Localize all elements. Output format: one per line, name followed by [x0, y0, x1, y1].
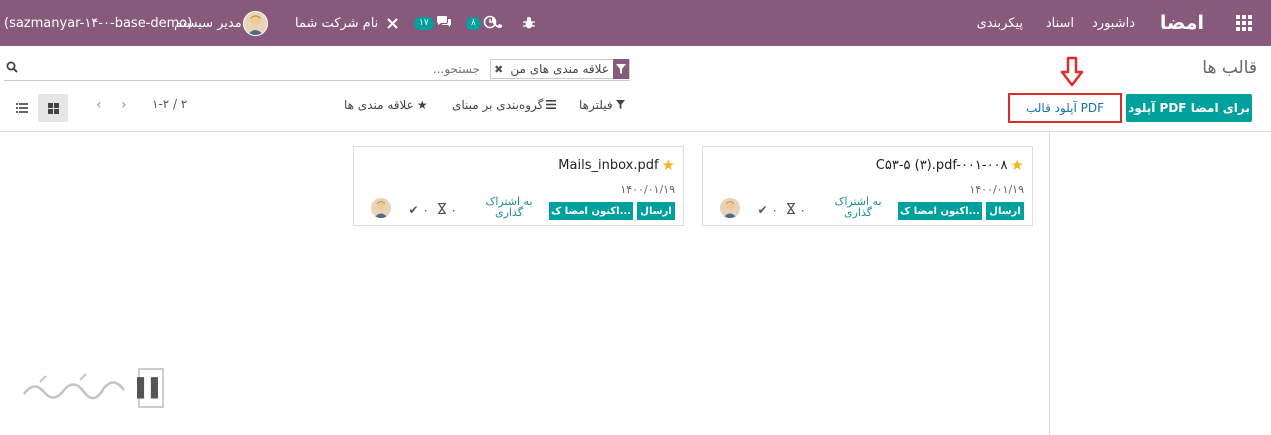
hourglass-icon: [786, 202, 796, 217]
filter-icon: [613, 59, 629, 79]
remove-facet-icon[interactable]: ✖: [491, 63, 506, 76]
check-count: ۰: [771, 203, 778, 217]
card-date: ۱۴۰۰/۰۱/۱۹: [620, 183, 675, 196]
check-stat: ✔ ۰: [757, 203, 778, 217]
upload-pdf-sign-button[interactable]: آپلود PDF برای امضا: [1126, 94, 1252, 122]
favorites-dropdown[interactable]: علاقه مندی ها ★: [344, 98, 428, 112]
hourglass-count: ۰: [799, 203, 806, 217]
breadcrumb: قالب ها: [1202, 58, 1257, 78]
kanban-view-icon: [47, 102, 59, 114]
menu-dashboard[interactable]: داشبورد: [1092, 0, 1135, 46]
hourglass-stat: ۰: [437, 202, 457, 217]
top-navbar: امضا داشبورد اسناد پیکربندی ۸ ۱۷ نام شرک…: [0, 0, 1271, 46]
menu-configuration[interactable]: پیکربندی: [977, 0, 1023, 46]
tools-icon[interactable]: [386, 0, 399, 46]
apps-grid-icon: [1236, 15, 1252, 31]
check-count: ۰: [422, 203, 429, 217]
messages-menu[interactable]: ۱۷: [414, 0, 452, 46]
company-switcher[interactable]: نام شرکت شما: [295, 0, 378, 46]
watermark-mark: ▌▌: [137, 368, 165, 408]
database-name: (sazmanyar-۱۴-۰-base-demo): [4, 15, 193, 31]
card-title[interactable]: Mails_inbox.pdf: [558, 158, 658, 173]
pager-next-icon[interactable]: ›: [121, 97, 127, 113]
user-avatar[interactable]: [243, 0, 268, 46]
check-icon: ✔: [408, 203, 419, 217]
sidebar-divider: [1049, 131, 1050, 435]
kanban-view-button[interactable]: [38, 94, 68, 122]
favorites-label: علاقه مندی ها: [344, 98, 414, 112]
hourglass-count: ۰: [450, 203, 457, 217]
card-title[interactable]: C۵۳-۵ (۳).pdf-۰۰۱-۰۰۸: [876, 158, 1008, 173]
avatar: [243, 10, 268, 36]
share-label-2: گذاری: [844, 206, 872, 219]
check-icon: ✔: [757, 203, 768, 217]
check-stat: ✔ ۰: [408, 203, 429, 217]
arrow-down-icon: [1060, 56, 1084, 87]
card-date: ۱۴۰۰/۰۱/۱۹: [969, 183, 1024, 196]
filters-label: فیلترها: [579, 98, 613, 112]
upload-template-button[interactable]: آپلود قالب PDF: [1008, 93, 1122, 123]
pager-value[interactable]: ۱-۲ / ۲: [152, 97, 187, 111]
list-view-button[interactable]: [7, 94, 37, 122]
template-card[interactable]: Mails_inbox.pdf ★ ۱۴۰۰/۰۱/۱۹ ارسال اکنون…: [353, 146, 684, 226]
list-lines-icon: [546, 98, 557, 112]
search-icon[interactable]: [6, 61, 18, 77]
menu-documents[interactable]: اسناد: [1046, 0, 1074, 46]
sign-now-button[interactable]: اکنون امضا ک...: [898, 202, 982, 220]
watermark-script: [22, 373, 126, 400]
template-card[interactable]: C۵۳-۵ (۳).pdf-۰۰۱-۰۰۸ ★ ۱۴۰۰/۰۱/۱۹ ارسال…: [702, 146, 1033, 226]
send-button[interactable]: ارسال: [986, 202, 1024, 220]
facet-label: علاقه مندی های من: [510, 62, 609, 76]
star-icon[interactable]: ★: [1011, 156, 1024, 174]
search-input[interactable]: [60, 59, 480, 79]
watermark-logo: ▌▌: [20, 368, 165, 408]
filters-dropdown[interactable]: فیلترها: [579, 98, 625, 112]
messages-count-badge: ۱۷: [414, 16, 434, 30]
hourglass-icon: [437, 202, 447, 217]
star-icon: ★: [416, 98, 428, 112]
share-button[interactable]: به اشتراک گذاری: [830, 196, 886, 218]
groupby-dropdown[interactable]: گروه‌بندی بر مبنای: [452, 98, 557, 112]
avatar: [371, 198, 391, 218]
pager-previous-icon[interactable]: ‹: [96, 97, 102, 113]
filter-icon: [615, 98, 625, 112]
content-divider: [0, 131, 1271, 132]
sign-now-button[interactable]: اکنون امضا ک...: [549, 202, 633, 220]
favorites-facet[interactable]: ✖ علاقه مندی های من: [490, 59, 630, 79]
app-brand[interactable]: امضا: [1160, 0, 1204, 46]
list-view-icon: [16, 103, 28, 113]
send-button[interactable]: ارسال: [637, 202, 675, 220]
bug-icon[interactable]: [522, 0, 536, 46]
clock-icon: [483, 15, 497, 32]
avatar: [720, 198, 740, 218]
apps-menu-button[interactable]: [1236, 0, 1252, 46]
activities-menu[interactable]: ۸: [466, 0, 497, 46]
chat-icon: [436, 15, 452, 31]
hourglass-stat: ۰: [786, 202, 806, 217]
share-button[interactable]: به اشتراک گذاری: [481, 196, 537, 218]
activities-count-badge: ۸: [466, 16, 481, 30]
share-label-2: گذاری: [495, 206, 523, 219]
groupby-label: گروه‌بندی بر مبنای: [452, 98, 544, 112]
search-bar[interactable]: ✖ علاقه مندی های من: [4, 59, 630, 81]
star-icon[interactable]: ★: [662, 156, 675, 174]
